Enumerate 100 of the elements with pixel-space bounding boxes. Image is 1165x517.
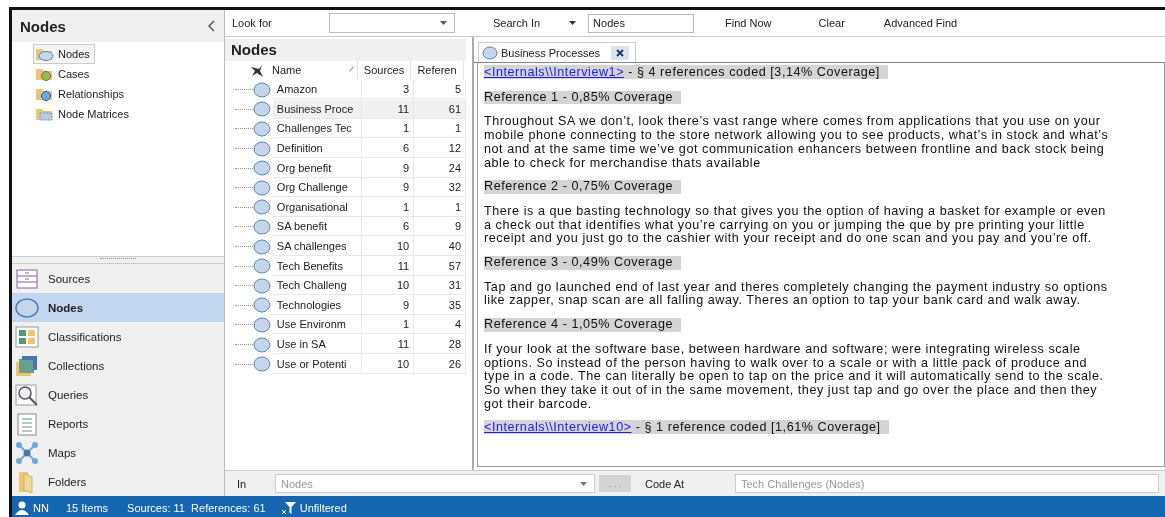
source-link[interactable]: <Internals\\Interview1> xyxy=(484,65,625,79)
tree-item[interactable]: Nodes xyxy=(33,44,95,64)
table-cell: 31 xyxy=(414,276,466,296)
table-cell: 11 xyxy=(362,335,415,354)
filter-icon[interactable] xyxy=(280,500,297,515)
table-cell: 10 xyxy=(362,354,415,374)
node-icon xyxy=(252,297,271,314)
node-row[interactable]: Use Environm 1 4 xyxy=(225,315,466,335)
node-row[interactable]: Organisational 1 1 xyxy=(225,197,466,218)
tree-item[interactable]: Node Matrices xyxy=(33,104,134,124)
node-row[interactable]: Technologies 9 35 xyxy=(225,295,466,316)
navigation-section[interactable]: Maps xyxy=(12,438,224,467)
dropdown-icon[interactable] xyxy=(569,21,577,25)
table-cell: 40 xyxy=(414,237,466,257)
node-icon xyxy=(252,140,271,157)
paragraph: There is a que basting technology so that gives you the option of having a basket for example or even a check out that identifies what you’re carrying on you or jumping the que by pre printing your little receipt and you just go to the cashier with your receipt and do one scan and you pay and you’re off. xyxy=(484,204,1107,247)
navigation-section[interactable]: Queries xyxy=(12,380,224,409)
table-cell: Use Environm xyxy=(272,315,363,335)
node-row[interactable]: SA benefit 6 9 xyxy=(225,217,466,237)
filter-status: Unfiltered xyxy=(299,501,347,514)
search-in-field[interactable]: Nodes xyxy=(588,13,695,33)
table-cell: 11 xyxy=(362,99,415,119)
node-icon xyxy=(252,238,271,255)
collapse-icon[interactable] xyxy=(208,20,216,32)
node-icon xyxy=(252,336,271,353)
node-row[interactable]: Amazon 3 5 xyxy=(225,80,466,100)
node-row[interactable]: SA challenges 10 40 xyxy=(225,236,466,257)
node-row[interactable]: Business Proce 11 61 xyxy=(225,99,466,120)
reference-heading: Reference 3 - 0,49% Coverage xyxy=(484,256,681,270)
navigation-section[interactable]: Sources xyxy=(12,264,224,293)
navigation-section[interactable]: Reports xyxy=(12,409,224,438)
collections-icon xyxy=(15,353,39,378)
node-row[interactable]: Org Challenge 9 32 xyxy=(225,177,466,198)
node-row[interactable]: Challenges Tec 1 1 xyxy=(225,119,466,139)
node-icon xyxy=(252,218,271,235)
node-row[interactable]: Use or Potenti 10 26 xyxy=(225,354,466,374)
look-for-field[interactable] xyxy=(329,13,455,33)
close-icon[interactable] xyxy=(611,45,630,60)
node-row[interactable]: Tech Benefits 11 57 xyxy=(225,256,466,276)
table-cell: 24 xyxy=(414,158,466,178)
code-at-label: Code At xyxy=(645,477,686,490)
table-cell: 1 xyxy=(414,197,466,217)
dropdown-icon[interactable] xyxy=(440,21,447,25)
column-header[interactable]: Sources xyxy=(358,61,411,80)
node-icon xyxy=(252,356,271,373)
node-icon xyxy=(252,258,271,275)
source-link[interactable]: <Internals\\Interview10> xyxy=(484,420,632,435)
table-cell: Tech Benefits xyxy=(272,256,363,276)
navigation-section[interactable]: Classifications xyxy=(12,322,224,351)
toolbar-button[interactable]: Clear xyxy=(818,17,845,29)
coverage-text: - § 4 references coded [3,14% Coverage] xyxy=(628,65,880,79)
column-header[interactable]: Name xyxy=(268,61,358,80)
node-row[interactable]: Definition 6 12 xyxy=(225,138,466,159)
table-cell: Amazon xyxy=(272,80,363,100)
table-cell: Org Challenge xyxy=(272,178,363,198)
node-icon xyxy=(252,121,271,137)
folder-icon xyxy=(36,107,54,121)
maps-icon xyxy=(15,440,39,465)
table-cell: SA benefit xyxy=(272,217,363,237)
document-tab[interactable]: Business Processes xyxy=(478,42,637,62)
navigation-section[interactable]: Folders xyxy=(12,467,224,496)
table-cell: 6 xyxy=(362,139,415,159)
table-cell: 9 xyxy=(414,217,466,237)
table-cell: 6 xyxy=(362,217,415,237)
column-header[interactable]: Referen xyxy=(411,61,464,80)
navigation-section[interactable]: Nodes xyxy=(12,293,224,322)
node-row[interactable]: Tech Challeng 10 31 xyxy=(225,275,466,296)
table-cell: 1 xyxy=(362,315,415,335)
user-icon xyxy=(14,500,30,515)
table-cell: 11 xyxy=(362,256,415,276)
node-row[interactable]: Use in SA 11 28 xyxy=(225,334,466,355)
navigation-section[interactable]: Collections xyxy=(12,351,224,380)
sources-icon xyxy=(15,266,39,291)
reports-icon xyxy=(15,411,39,436)
tree-item[interactable]: Relationships xyxy=(33,84,130,104)
look-for-label: Look for xyxy=(232,17,273,29)
node-icon xyxy=(252,277,271,294)
classifications-icon xyxy=(15,324,39,349)
node-icon xyxy=(252,160,271,177)
node-row[interactable]: Org benefit 9 24 xyxy=(225,158,466,178)
table-cell: Org benefit xyxy=(272,158,363,178)
table-cell: Definition xyxy=(272,139,363,159)
search-in-label: Search In xyxy=(493,17,541,29)
table-cell: 4 xyxy=(414,315,466,335)
table-cell: Business Proce xyxy=(272,99,363,119)
tree-item[interactable]: Cases xyxy=(33,64,95,84)
table-cell: 9 xyxy=(362,178,415,198)
table-cell: 5 xyxy=(414,80,466,100)
node-icon xyxy=(252,316,271,333)
splitter-handle[interactable] xyxy=(12,256,224,264)
table-cell: 1 xyxy=(414,119,466,139)
table-cell: 32 xyxy=(414,178,466,198)
toolbar-button[interactable]: Advanced Find xyxy=(883,17,958,29)
table-cell: 28 xyxy=(414,335,466,354)
table-cell: 61 xyxy=(414,99,466,119)
node-icon xyxy=(252,179,271,196)
paragraph: If your look at the software base, between hardware and software; were integrating wireless scale options. So instead of the person having to walk over to a scale or with a little pack of produce and type in a code. The can literally be open to tap on the price and it will automatically send to the scale. So when they take it out of in the same movement, they just tap and go over the place and then they got their barcode. xyxy=(484,342,1105,412)
reference-heading: Reference 1 - 0,85% Coverage xyxy=(484,90,681,105)
toolbar-button[interactable]: Find Now xyxy=(725,17,772,29)
folder-icon xyxy=(36,47,54,61)
